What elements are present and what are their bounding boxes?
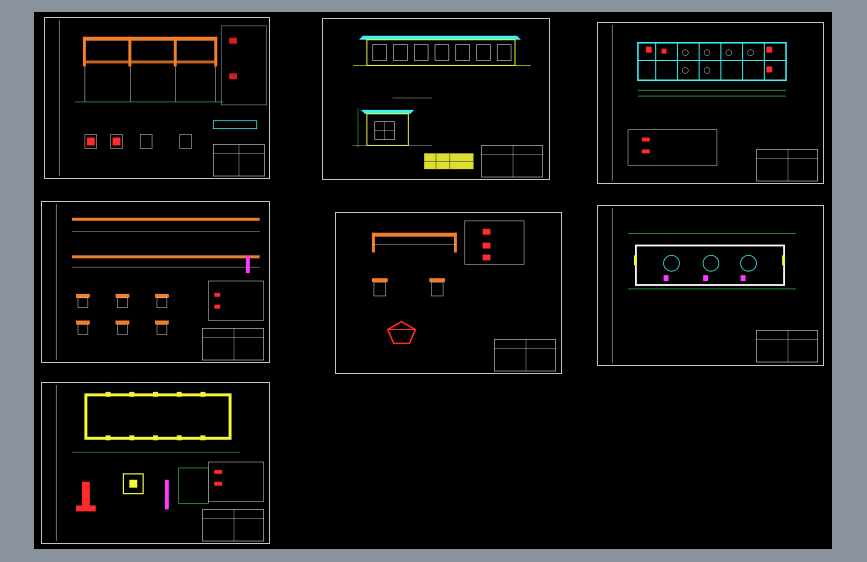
wall-layout-plan-drawing [55, 384, 264, 542]
building-elevation-drawing [353, 35, 543, 178]
foundation-plan-drawing [611, 207, 818, 364]
drawing-sheet-frame-elevation[interactable] [44, 17, 270, 179]
drawing-sheet-wall-layout-plan[interactable] [41, 382, 270, 544]
drawing-sheet-floor-slab-plan[interactable] [597, 22, 824, 184]
single-beam-detail-drawing [371, 220, 556, 372]
drawing-sheet-building-elevation[interactable] [322, 18, 550, 180]
cad-drawing-canvas [34, 12, 832, 549]
beam-elevation-drawing [55, 203, 264, 361]
floor-slab-plan-drawing [611, 24, 818, 182]
drawing-sheet-beam-elevation[interactable] [41, 201, 270, 363]
drawing-sheet-single-beam-detail[interactable] [335, 212, 562, 374]
drawing-sheet-foundation-plan[interactable] [597, 205, 824, 366]
frame-elevation-drawing [58, 19, 267, 177]
